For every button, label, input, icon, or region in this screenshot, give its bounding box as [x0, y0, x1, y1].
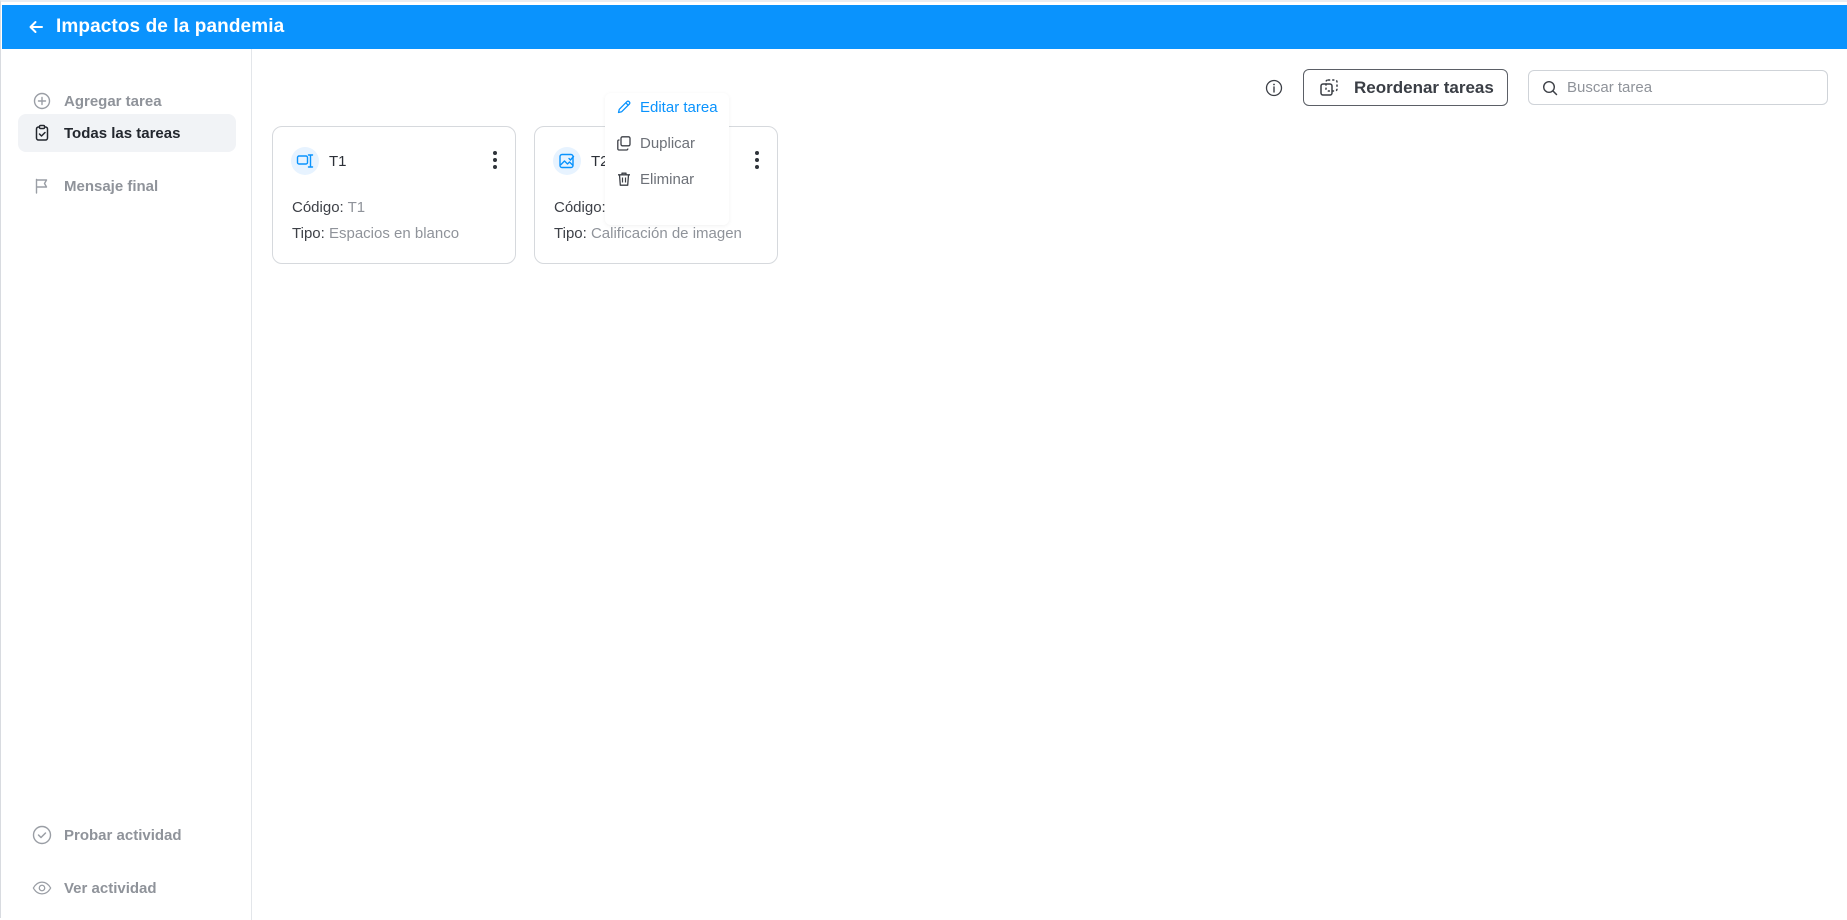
copy-icon — [615, 134, 633, 152]
sidebar-item-label: Agregar tarea — [64, 92, 162, 110]
sidebar-item-final-message[interactable]: Mensaje final — [18, 167, 236, 205]
sidebar-item-label: Mensaje final — [64, 177, 159, 195]
sidebar-item-label: Todas las tareas — [64, 124, 181, 142]
kebab-menu-icon[interactable] — [491, 151, 499, 169]
task-card[interactable]: T1 Código: T1 Tipo: Espacios en blanco — [272, 126, 516, 264]
page-title: Impactos de la pandemia — [56, 16, 285, 37]
back-arrow-icon[interactable] — [26, 17, 46, 37]
task-context-menu: Editar tarea Duplicar Eliminar — [605, 93, 729, 225]
sidebar-item-test-activity[interactable]: Probar actividad — [18, 816, 236, 854]
task-type: Tipo: Calificación de imagen — [554, 225, 742, 242]
sidebar-item-all-tasks[interactable]: Todas las tareas — [18, 114, 236, 152]
app-frame: Impactos de la pandemia Agregar tarea To… — [0, 0, 1847, 920]
reorder-tasks-button[interactable]: Reordenar tareas — [1303, 69, 1508, 106]
task-card-header: T2 — [553, 147, 609, 175]
edit-task-menu-item[interactable]: Editar tarea — [615, 95, 718, 119]
search-box — [1528, 70, 1828, 105]
task-code: Código: T1 — [292, 199, 366, 216]
sidebar: Agregar tarea Todas las tareas Mensaje f… — [2, 49, 252, 920]
flag-icon — [32, 176, 52, 196]
task-type: Tipo: Espacios en blanco — [292, 225, 460, 242]
clipboard-check-icon — [32, 123, 52, 143]
menu-item-label: Eliminar — [640, 170, 695, 188]
pencil-icon — [615, 98, 633, 116]
info-icon[interactable] — [1263, 77, 1285, 99]
check-circle-icon — [32, 825, 52, 845]
plus-circle-icon — [32, 91, 52, 111]
task-card-header: T1 — [291, 147, 347, 175]
fill-blanks-icon — [291, 147, 319, 175]
kebab-menu-icon[interactable] — [753, 151, 761, 169]
main-content: Reordenar tareas T1 Código: T1 Tipo: Esp… — [253, 49, 1847, 920]
reorder-tasks-label: Reordenar tareas — [1354, 77, 1494, 97]
sidebar-item-label: Ver actividad — [64, 879, 157, 897]
menu-item-label: Editar tarea — [640, 98, 718, 116]
duplicate-menu-item[interactable]: Duplicar — [615, 131, 695, 155]
reorder-icon — [1318, 77, 1340, 99]
search-input[interactable] — [1567, 79, 1817, 96]
top-bar: Impactos de la pandemia — [2, 5, 1847, 49]
menu-item-label: Duplicar — [640, 134, 696, 152]
task-name: T1 — [329, 152, 347, 170]
sidebar-item-label: Probar actividad — [64, 826, 182, 844]
eye-icon — [32, 878, 52, 898]
search-icon — [1541, 79, 1559, 97]
delete-menu-item[interactable]: Eliminar — [615, 167, 694, 191]
image-rating-icon — [553, 147, 581, 175]
trash-icon — [615, 170, 633, 188]
sidebar-item-view-activity[interactable]: Ver actividad — [18, 869, 236, 907]
